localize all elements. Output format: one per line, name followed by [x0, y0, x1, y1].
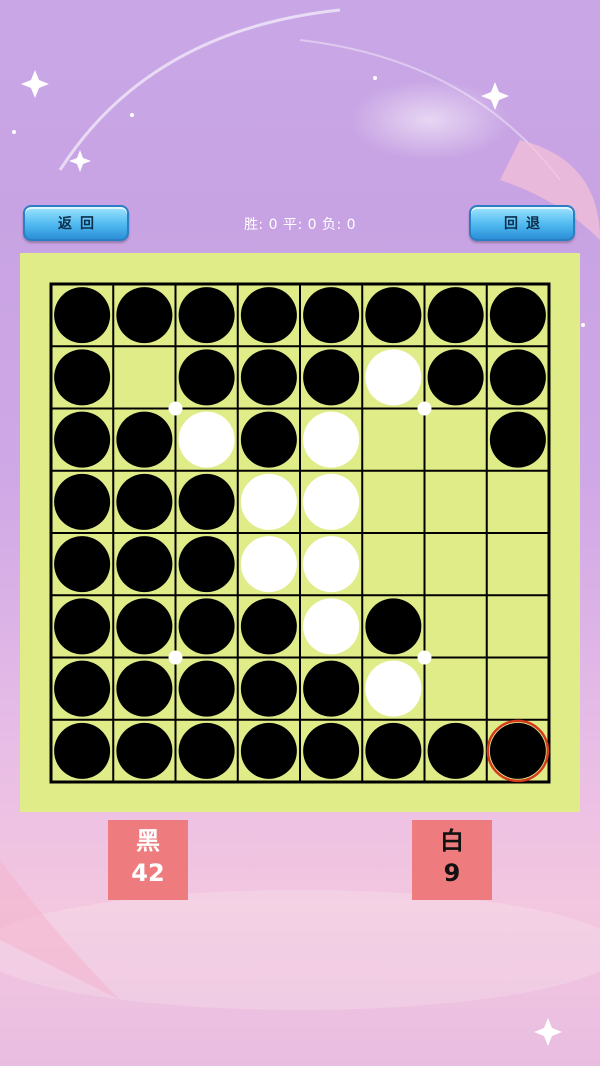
black-piece	[178, 660, 235, 717]
black-piece	[116, 660, 173, 717]
black-piece	[303, 349, 360, 406]
white-label: 白	[440, 827, 464, 855]
black-piece	[178, 349, 235, 406]
black-piece	[427, 349, 484, 406]
black-piece	[240, 722, 297, 779]
black-piece	[116, 598, 173, 655]
white-piece	[303, 536, 360, 593]
board-cell[interactable]	[427, 535, 485, 593]
black-piece	[178, 598, 235, 655]
black-piece	[240, 349, 297, 406]
board-cell[interactable]	[427, 411, 485, 469]
black-piece	[489, 349, 546, 406]
black-piece	[54, 660, 111, 717]
black-piece	[116, 722, 173, 779]
black-piece	[427, 722, 484, 779]
board-cell[interactable]	[489, 597, 547, 655]
black-piece	[116, 287, 173, 344]
black-piece	[240, 660, 297, 717]
black-piece	[54, 349, 111, 406]
black-score-panel: 黑 42	[108, 820, 188, 900]
white-piece	[303, 411, 360, 468]
board-cell[interactable]	[427, 597, 485, 655]
white-piece	[303, 598, 360, 655]
black-piece	[240, 598, 297, 655]
board-cell[interactable]	[364, 411, 422, 469]
black-piece	[54, 536, 111, 593]
white-piece	[240, 473, 297, 530]
black-piece	[240, 287, 297, 344]
black-piece	[178, 287, 235, 344]
black-piece	[303, 287, 360, 344]
black-piece	[427, 287, 484, 344]
black-piece	[116, 473, 173, 530]
white-piece	[178, 411, 235, 468]
black-piece	[178, 473, 235, 530]
black-piece	[54, 287, 111, 344]
black-piece	[303, 722, 360, 779]
black-piece	[365, 598, 422, 655]
black-piece	[365, 287, 422, 344]
board-cell[interactable]	[427, 660, 485, 718]
black-piece	[489, 287, 546, 344]
black-piece	[116, 411, 173, 468]
board-cell[interactable]	[115, 348, 173, 406]
board-cell[interactable]	[364, 473, 422, 531]
board-cell[interactable]	[489, 660, 547, 718]
white-piece	[365, 349, 422, 406]
black-piece	[489, 411, 546, 468]
white-piece	[240, 536, 297, 593]
black-piece	[54, 722, 111, 779]
board-cell[interactable]	[364, 535, 422, 593]
black-piece	[489, 722, 546, 779]
game-board[interactable]	[0, 0, 600, 1066]
black-piece	[54, 473, 111, 530]
black-piece	[303, 660, 360, 717]
black-count: 42	[131, 859, 165, 887]
white-count: 9	[443, 859, 461, 887]
black-piece	[178, 722, 235, 779]
black-piece	[240, 411, 297, 468]
black-piece	[116, 536, 173, 593]
black-piece	[365, 722, 422, 779]
black-piece	[54, 598, 111, 655]
board-cell[interactable]	[489, 535, 547, 593]
black-label: 黑	[136, 827, 160, 855]
board-cell[interactable]	[489, 473, 547, 531]
white-piece	[365, 660, 422, 717]
black-piece	[178, 536, 235, 593]
board-cell[interactable]	[427, 473, 485, 531]
black-piece	[54, 411, 111, 468]
white-piece	[303, 473, 360, 530]
white-score-panel: 白 9	[412, 820, 492, 900]
